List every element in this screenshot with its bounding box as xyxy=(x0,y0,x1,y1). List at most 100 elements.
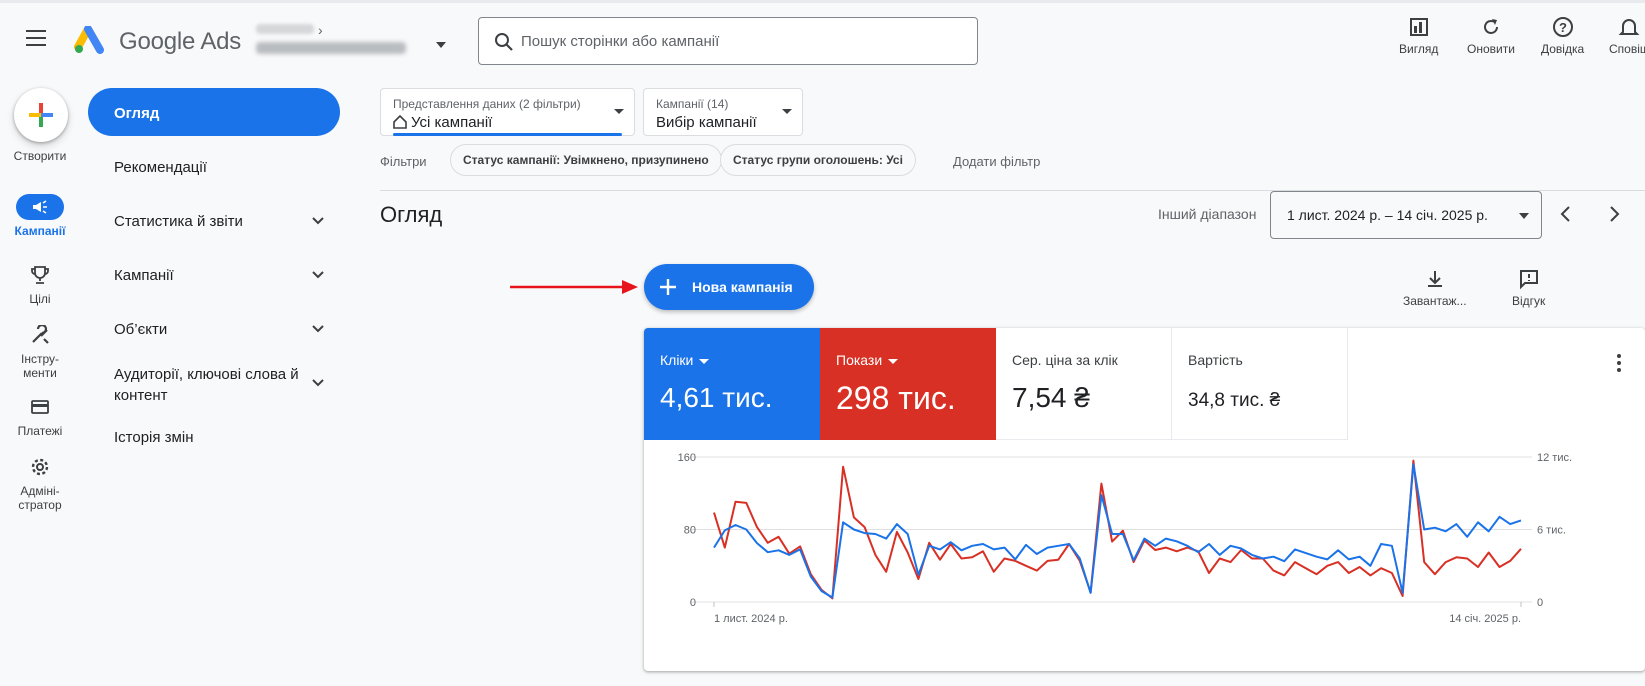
metric-name: Кліки xyxy=(660,352,710,368)
dropdown-arrow-icon xyxy=(782,109,792,114)
y-tick-right: 0 xyxy=(1537,597,1543,609)
nav-item-recommendations[interactable]: Рекомендації xyxy=(88,142,340,190)
view-dropdown-value-text: Усі кампанії xyxy=(411,114,493,131)
svg-text:?: ? xyxy=(1559,20,1567,35)
metric-cost[interactable]: Вартість 34,8 тис. ₴ xyxy=(1172,328,1348,440)
new-campaign-label: Нова кампанія xyxy=(692,279,793,295)
search-box[interactable] xyxy=(478,17,978,65)
create-button[interactable] xyxy=(14,88,68,142)
search-icon xyxy=(495,33,513,51)
page-title: Огляд xyxy=(380,202,443,227)
prev-period-button[interactable] xyxy=(1554,202,1578,226)
date-range-label: Інший діапазон xyxy=(1158,206,1257,222)
nav-item-campaigns[interactable]: Кампанії xyxy=(88,250,340,298)
y-tick-left: 0 xyxy=(690,597,696,609)
y-tick-left: 80 xyxy=(684,525,696,537)
metric-name-text: Кліки xyxy=(660,352,694,368)
dropdown-arrow-icon xyxy=(614,109,624,114)
account-dropdown-icon[interactable] xyxy=(436,42,446,48)
view-button[interactable]: Вигляд xyxy=(1399,16,1438,56)
feedback-button[interactable]: Відгук xyxy=(1512,268,1545,308)
top-divider xyxy=(0,0,1645,3)
notifications-label: Сповіщ xyxy=(1609,42,1645,56)
date-range-value: 1 лист. 2024 р. – 14 січ. 2025 р. xyxy=(1287,207,1488,223)
plus-multicolor-icon xyxy=(29,103,53,127)
search-input[interactable] xyxy=(521,28,961,54)
nav-item-reports[interactable]: Статистика й звіти xyxy=(88,196,340,244)
y-tick-right: 6 тис. xyxy=(1537,525,1566,537)
view-icon xyxy=(1409,18,1428,36)
chevron-down-icon xyxy=(312,217,324,225)
filter-chip-adgroup-status[interactable]: Статус групи оголошень: Усі xyxy=(720,144,916,176)
rail-item-label: Адміні- стратор xyxy=(18,484,62,512)
trophy-icon xyxy=(31,266,49,284)
rail-item-admin[interactable]: Адміні- стратор xyxy=(0,454,80,512)
rail-item-label: Платежі xyxy=(17,424,63,438)
refresh-button[interactable]: Оновити xyxy=(1467,16,1515,56)
nav-item-audiences[interactable]: Аудиторії, ключові слова й контент xyxy=(88,358,340,406)
campaign-dropdown[interactable]: Кампанії (14) Вибір кампанії xyxy=(643,88,803,136)
account-name-blurred xyxy=(256,24,314,34)
nav-item-assets[interactable]: Об’єкти xyxy=(88,304,340,352)
rail-item-label: Кампанії xyxy=(14,224,66,238)
metric-value: 34,8 тис. ₴ xyxy=(1188,390,1281,411)
rail-item-billing[interactable]: Платежі xyxy=(0,394,80,438)
refresh-label: Оновити xyxy=(1467,42,1515,56)
rail-item-tools[interactable]: Інстру- менти xyxy=(0,322,80,380)
chevron-down-icon xyxy=(312,325,324,333)
nav-item-label: Огляд xyxy=(114,105,160,122)
nav-item-change-history[interactable]: Історія змін xyxy=(88,412,340,460)
next-period-button[interactable] xyxy=(1602,202,1626,226)
view-label: Вигляд xyxy=(1399,42,1439,56)
nav-item-label: Історія змін xyxy=(114,429,194,446)
download-label: Завантаж... xyxy=(1403,294,1467,308)
main-menu-button[interactable] xyxy=(26,30,52,52)
feedback-label: Відгук xyxy=(1512,294,1546,308)
download-icon xyxy=(1427,271,1442,287)
chevron-down-icon xyxy=(312,379,324,387)
feedback-icon xyxy=(1519,270,1538,290)
help-label: Довідка xyxy=(1541,42,1585,56)
view-dropdown[interactable]: Представлення даних (2 фільтри) Усі камп… xyxy=(380,88,635,136)
nav-item-overview[interactable]: Огляд xyxy=(88,88,340,136)
metric-name: Вартість xyxy=(1188,352,1243,368)
performance-chart: 160 12 тис. 80 6 тис. 0 0 1 лист. 2024 р. 14 сі… xyxy=(678,452,1572,625)
date-range-dropdown[interactable]: 1 лист. 2024 р. – 14 січ. 2025 р. xyxy=(1270,191,1542,239)
metric-name: Покази xyxy=(836,352,899,368)
filter-chip-campaign-status[interactable]: Статус кампанії: Увімкнено, призупинено xyxy=(450,144,722,176)
help-button[interactable]: ? Довідка xyxy=(1541,16,1584,56)
help-icon: ? xyxy=(1552,17,1573,37)
rail-item-campaigns[interactable]: Кампанії xyxy=(0,194,80,238)
notifications-button[interactable]: Сповіщ xyxy=(1609,16,1645,56)
home-icon xyxy=(393,114,407,129)
filters-label: Фільтри xyxy=(380,154,427,169)
caret-down-icon xyxy=(699,358,710,364)
rail-item-goals[interactable]: Цілі xyxy=(0,262,80,306)
rail-item-label: Інстру- менти xyxy=(21,352,59,380)
account-switcher[interactable]: › xyxy=(256,22,456,60)
metric-avg-cpc[interactable]: Сер. ціна за клік 7,54 ₴ xyxy=(996,328,1172,440)
main-content: Представлення даних (2 фільтри) Усі камп… xyxy=(350,82,1645,686)
metric-value: 7,54 ₴ xyxy=(1012,382,1090,413)
more-options-icon[interactable] xyxy=(1617,354,1621,375)
series-line-clicks xyxy=(713,463,1522,599)
top-bar: Google Ads › Вигляд Оновити ? Довідка Сп… xyxy=(0,0,1645,82)
chevron-down-icon xyxy=(312,271,324,279)
campaign-dropdown-label: Кампанії (14) xyxy=(656,97,729,111)
credit-card-icon xyxy=(31,400,49,414)
x-tick-start: 1 лист. 2024 р. xyxy=(714,613,788,625)
rail-item-label: Цілі xyxy=(29,292,51,306)
new-campaign-button[interactable]: Нова кампанія xyxy=(644,264,814,310)
google-ads-logo xyxy=(74,26,104,54)
active-underline xyxy=(393,133,622,136)
add-filter-link[interactable]: Додати фільтр xyxy=(953,154,1040,169)
campaign-dropdown-value: Вибір кампанії xyxy=(656,114,757,131)
bell-icon xyxy=(1618,19,1640,35)
view-dropdown-value: Усі кампанії xyxy=(393,114,492,131)
metric-clicks[interactable]: Кліки 4,61 тис. xyxy=(644,328,820,440)
metric-impressions[interactable]: Покази 298 тис. xyxy=(820,328,996,440)
y-tick-left: 160 xyxy=(678,452,696,464)
create-label: Створити xyxy=(13,149,67,163)
download-button[interactable]: Завантаж... xyxy=(1403,268,1467,308)
megaphone-icon xyxy=(33,200,47,214)
